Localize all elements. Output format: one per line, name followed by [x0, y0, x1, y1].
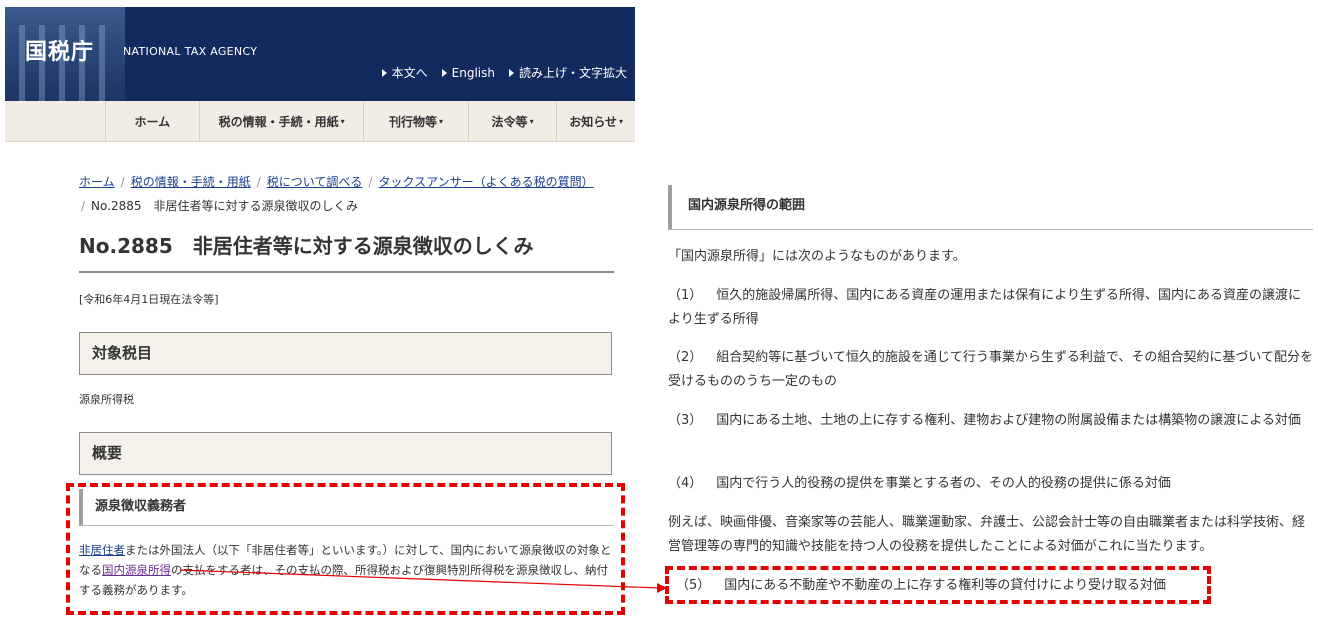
triangle-right-icon [381, 68, 387, 77]
triangle-right-icon [508, 68, 514, 77]
site-header: 国税庁 NATIONAL TAX AGENCY 本文へ English 読み上げ… [5, 7, 635, 101]
utility-links: 本文へ English 読み上げ・文字拡大 [381, 64, 627, 81]
global-nav: ホーム 税の情報・手続・用紙 ▾ 刊行物等 ▾ 法令等 ▾ お知らせ ▾ [5, 101, 635, 142]
as-of-date: [令和6年4月1日現在法令等] [79, 293, 219, 306]
agency-name-en: NATIONAL TAX AGENCY [123, 45, 258, 58]
nav-laws[interactable]: 法令等 ▾ [469, 101, 558, 141]
section-heading-scope: 国内源泉所得の範囲 [668, 185, 1313, 230]
list-item: （3） 国内にある土地、土地の上に存する権利、建物および建物の附属設備または構築物… [668, 413, 1301, 428]
target-tax-value: 源泉所得税 [79, 393, 134, 406]
site-logo[interactable]: 国税庁 [25, 34, 94, 66]
page-title: No.2885 非居住者等に対する源泉徴収のしくみ [79, 230, 614, 273]
highlight-box-right [665, 566, 1211, 604]
list-item: （2） 組合契約等に基づいて恒久的施設を通じて行う事業から生ずる利益で、その組合契… [668, 350, 1313, 389]
highlight-box-left [66, 483, 625, 615]
breadcrumb-research[interactable]: 税について調べる [267, 175, 363, 189]
nav-publications[interactable]: 刊行物等 ▾ [364, 101, 469, 141]
caret-down-icon: ▾ [340, 116, 345, 126]
breadcrumb-tax-info[interactable]: 税の情報・手続・用紙 [131, 175, 251, 189]
triangle-right-icon [441, 68, 447, 77]
breadcrumb: ホーム / 税の情報・手続・用紙 / 税について調べる / タックスアンサー（よくある税の質… [79, 175, 594, 213]
section-heading-target: 対象税目 [79, 332, 612, 375]
breadcrumb-home[interactable]: ホーム [79, 175, 115, 189]
caret-down-icon: ▾ [619, 116, 624, 126]
utility-link-skip[interactable]: 本文へ [381, 64, 428, 81]
nav-tax-info[interactable]: 税の情報・手続・用紙 ▾ [200, 101, 365, 141]
list-item: （1） 恒久的施設帰属所得、国内にある資産の運用または保有により生ずる所得、国内に… [668, 288, 1302, 327]
section-heading-overview: 概要 [79, 432, 612, 475]
nav-home[interactable]: ホーム [106, 101, 201, 141]
example-paragraph: 例えば、映画俳優、音楽家等の芸能人、職業運動家、弁護士、公認会計士等の自由職業者… [668, 515, 1306, 554]
list-item: （4） 国内で行う人的役務の提供を事業とする者の、その人的役務の提供に係る対価 [668, 476, 1171, 491]
caret-down-icon: ▾ [439, 116, 444, 126]
caret-down-icon: ▾ [529, 116, 534, 126]
nav-news[interactable]: お知らせ ▾ [557, 101, 635, 141]
utility-link-readaloud[interactable]: 読み上げ・文字拡大 [508, 64, 627, 81]
scope-intro: 「国内源泉所得」には次のようなものがあります。 [668, 249, 966, 264]
utility-link-english[interactable]: English [441, 64, 495, 81]
breadcrumb-current: No.2885 非居住者等に対する源泉徴収のしくみ [91, 199, 358, 213]
breadcrumb-tax-answer[interactable]: タックスアンサー（よくある税の質問） [378, 175, 593, 189]
